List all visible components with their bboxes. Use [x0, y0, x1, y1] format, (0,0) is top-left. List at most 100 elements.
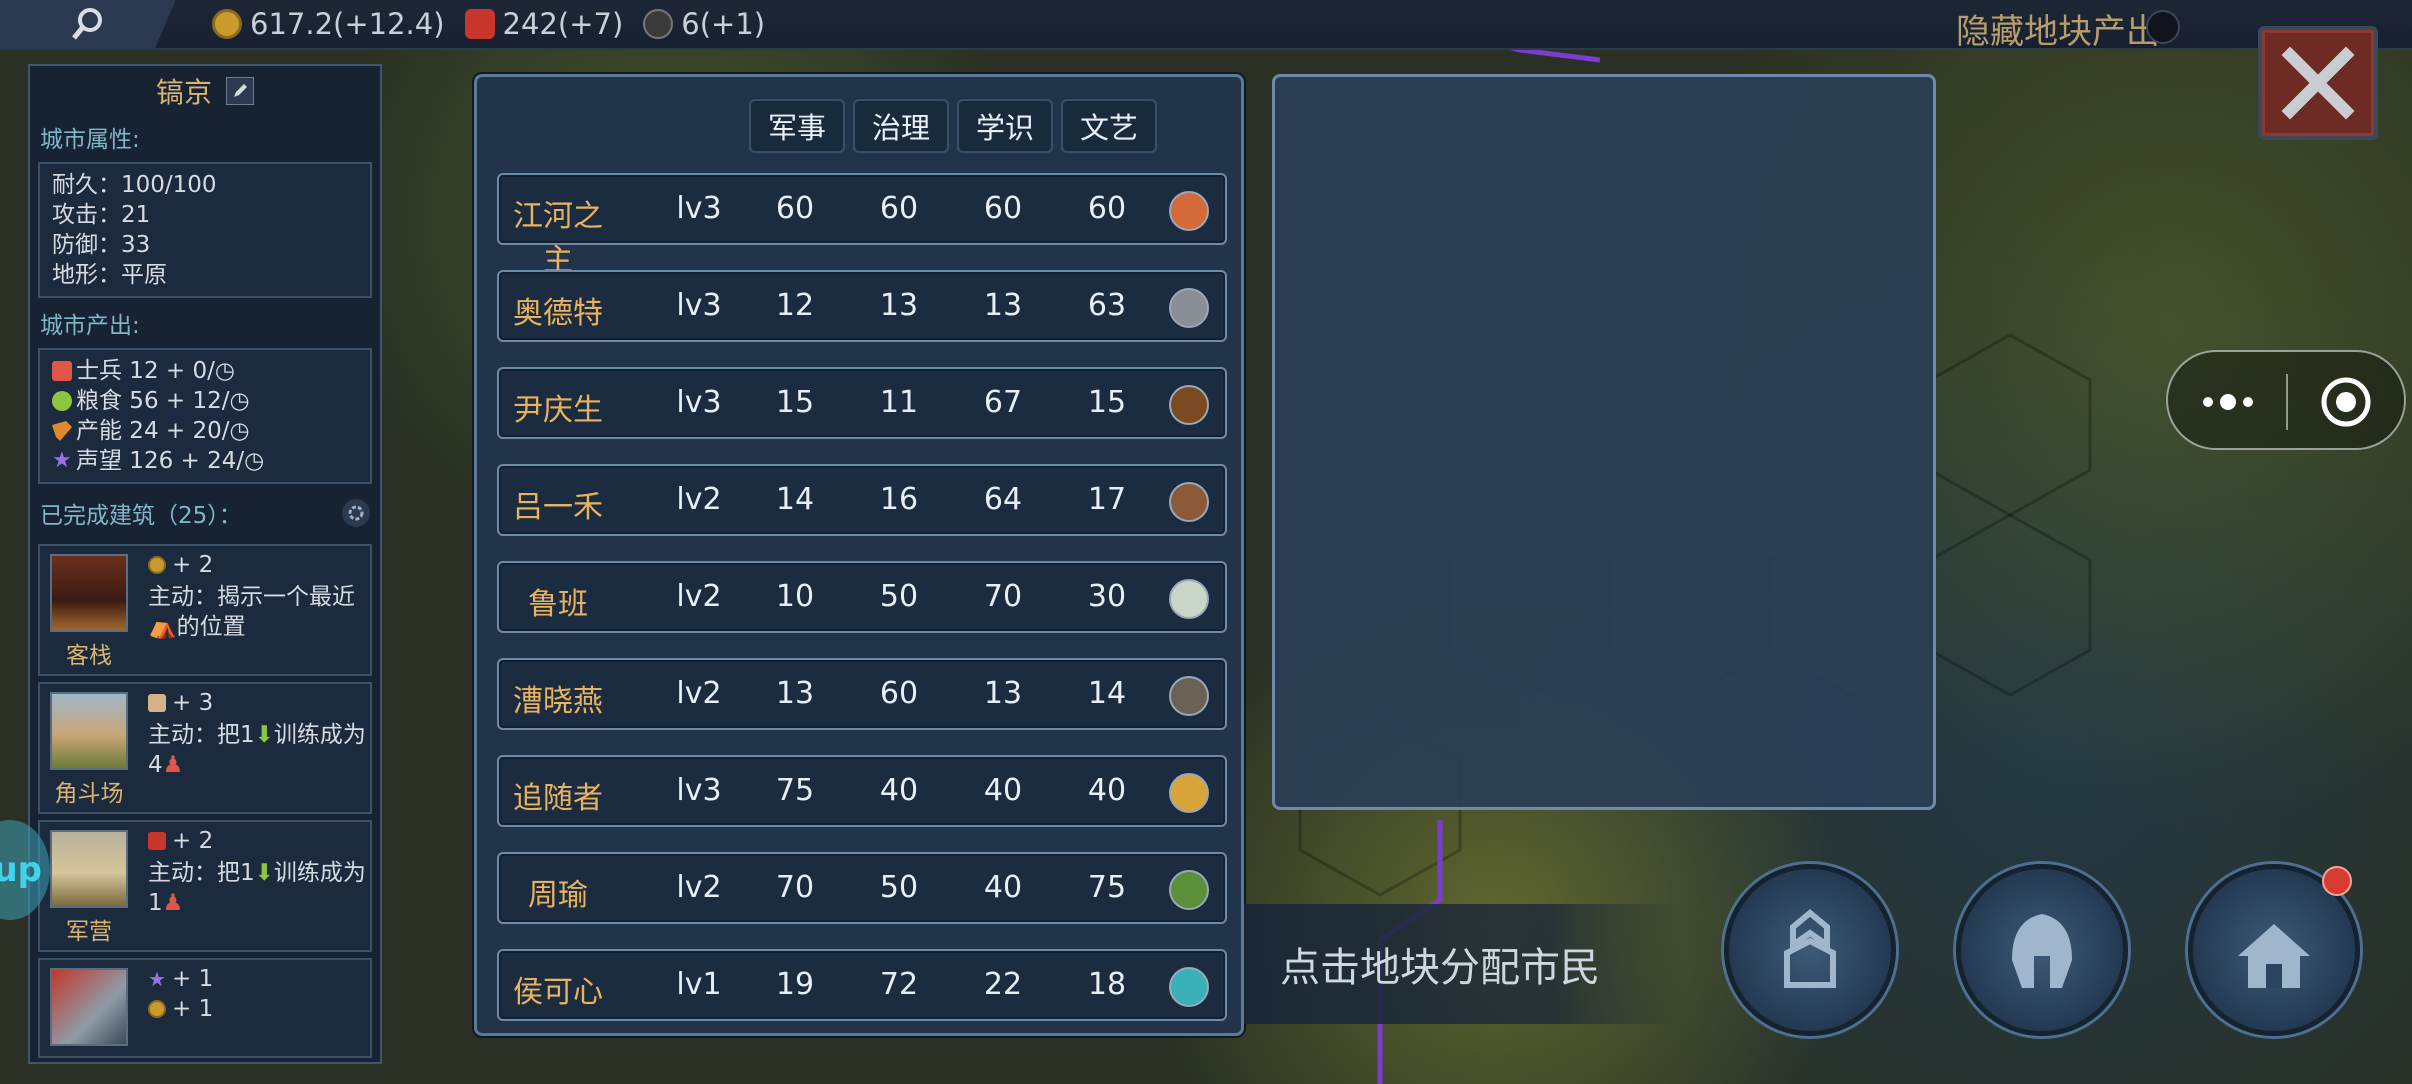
- city-attr-box: 耐久：100/100 攻击：21 防御：33 地形：平原: [38, 162, 372, 298]
- gold-resource: 617.2(+12.4): [212, 7, 445, 41]
- general-avatar: [1169, 773, 1209, 813]
- general-level: lv1: [676, 967, 722, 1002]
- exit-target-icon[interactable]: [2318, 374, 2374, 430]
- general-level: lv3: [676, 773, 722, 808]
- soldier-resource: 242(+7): [464, 7, 624, 41]
- table-row[interactable]: 尹庆生 lv3 15 11 67 15: [497, 367, 1227, 439]
- city-title-row: 镐京: [30, 66, 380, 116]
- stat-knowledge: 40: [983, 870, 1023, 905]
- prod-soldier: 士兵 12 + 0/ ◷: [52, 356, 358, 386]
- attr-durability: 耐久：100/100: [52, 172, 217, 198]
- food-drop-icon: ⬇: [254, 860, 274, 886]
- stat-arts: 17: [1087, 482, 1127, 517]
- header-arts[interactable]: 文艺: [1061, 99, 1157, 153]
- stat-governance: 13: [879, 288, 919, 323]
- header-military[interactable]: 军事: [749, 99, 845, 153]
- header-governance[interactable]: 治理: [853, 99, 949, 153]
- table-row[interactable]: 侯可心 lv1 19 72 22 18: [497, 949, 1227, 1021]
- clock-icon: ◷: [244, 448, 265, 474]
- rename-city-button[interactable]: [226, 77, 254, 105]
- header-knowledge[interactable]: 学识: [957, 99, 1053, 153]
- hide-yield-toggle[interactable]: [2146, 10, 2180, 44]
- soldier-value: 242(+7): [502, 7, 624, 41]
- clock-icon: ◷: [229, 418, 250, 444]
- stat-arts: 30: [1087, 579, 1127, 614]
- rank-button[interactable]: [1724, 864, 1896, 1036]
- stat-military: 12: [775, 288, 815, 323]
- search-button[interactable]: [0, 0, 176, 49]
- table-row[interactable]: 奥德特 lv3 12 13 13 63: [497, 270, 1227, 342]
- spartan-helmet-icon: [2012, 914, 2072, 988]
- building-bonus-gold: + 1: [148, 996, 213, 1022]
- soldier-icon: ♟: [162, 890, 184, 916]
- table-row[interactable]: 周瑜 lv2 70 50 40 75: [497, 852, 1227, 924]
- gold-coin-icon: [148, 556, 166, 574]
- general-list[interactable]: 江河之主 lv3 60 60 60 60 奥德特 lv3 12 13 13 63…: [497, 173, 1227, 1033]
- building-item-barracks[interactable]: 军营 + 2 主动：把1⬇训练成为1♟: [38, 820, 372, 952]
- soldier-icon: [148, 832, 166, 850]
- general-avatar: [1169, 191, 1209, 231]
- house-hammer-icon: [2238, 924, 2310, 988]
- stat-military: 15: [775, 385, 815, 420]
- miniprogram-capsule: [2166, 350, 2406, 450]
- attr-defense: 防御：33: [52, 232, 151, 258]
- stat-governance: 60: [879, 676, 919, 711]
- building-item-inn[interactable]: 客栈 + 2 主动：揭示一个最近⛺的位置: [38, 544, 372, 676]
- food-drop-icon: ⬇: [254, 722, 274, 748]
- general-detail-panel: [1272, 74, 1936, 810]
- stat-arts: 63: [1087, 288, 1127, 323]
- soldier-icon: [52, 361, 72, 381]
- general-avatar: [1169, 579, 1209, 619]
- star-icon: ★: [52, 448, 72, 473]
- barracks-image: [50, 830, 128, 908]
- general-name: 吕一禾: [513, 490, 603, 525]
- food-icon: [52, 391, 72, 411]
- city-prod-title: 城市产出:: [40, 313, 140, 339]
- building-bonus: + 2: [148, 828, 213, 854]
- stat-arts: 14: [1087, 676, 1127, 711]
- refresh-button[interactable]: [342, 499, 370, 527]
- hammer-icon: [52, 421, 72, 441]
- attr-attack: 攻击：21: [52, 202, 151, 228]
- general-level: lv2: [676, 870, 722, 905]
- cloak-image: [50, 968, 128, 1046]
- building-name: 客栈: [66, 643, 112, 669]
- stat-governance: 40: [879, 773, 919, 808]
- stat-arts: 75: [1087, 870, 1127, 905]
- thumbs-up-icon: [148, 694, 166, 712]
- stat-knowledge: 67: [983, 385, 1023, 420]
- stat-arts: 15: [1087, 385, 1127, 420]
- stat-military: 70: [775, 870, 815, 905]
- table-row[interactable]: 江河之主 lv3 60 60 60 60: [497, 173, 1227, 278]
- building-item-cloak[interactable]: ★ + 1 + 1: [38, 958, 372, 1058]
- general-avatar: [1169, 385, 1209, 425]
- table-row[interactable]: 鲁班 lv2 10 50 70 30: [497, 561, 1227, 633]
- stat-governance: 50: [879, 579, 919, 614]
- table-row[interactable]: 漕晓燕 lv2 13 60 13 14: [497, 658, 1227, 730]
- general-button[interactable]: [1956, 864, 2128, 1036]
- stat-arts: 18: [1087, 967, 1127, 1002]
- inn-image: [50, 554, 128, 632]
- building-bonus-prestige: ★ + 1: [148, 966, 214, 992]
- hide-yield-label: 隐藏地块产出: [1956, 12, 2160, 52]
- completed-buildings-header: 已完成建筑（25）：: [30, 488, 380, 538]
- general-level: lv2: [676, 579, 722, 614]
- close-button[interactable]: [2258, 26, 2378, 140]
- table-row[interactable]: 追随者 lv3 75 40 40 40: [497, 755, 1227, 827]
- city-info-panel: 镐京 城市属性: 耐久：100/100 攻击：21 防御：33 地形：平原 城市…: [28, 64, 382, 1064]
- stat-military: 75: [775, 773, 815, 808]
- general-level: lv2: [676, 482, 722, 517]
- building-bonus: + 2: [148, 552, 213, 578]
- clock-icon: ◷: [229, 388, 250, 414]
- general-level: lv3: [676, 191, 722, 226]
- stat-knowledge: 13: [983, 288, 1023, 323]
- prod-prestige: ★ 声望 126 + 24/ ◷: [52, 448, 265, 474]
- table-row[interactable]: 吕一禾 lv2 14 16 64 17: [497, 464, 1227, 536]
- building-desc: 主动：揭示一个最近⛺的位置: [148, 584, 355, 640]
- city-prod-box: 士兵 12 + 0/ ◷ 粮食 56 + 12/ ◷ 产能 24 + 20/ ◷…: [38, 348, 372, 484]
- building-item-arena[interactable]: 角斗场 + 3 主动：把1⬇训练成为4♟: [38, 682, 372, 814]
- stat-governance: 11: [879, 385, 919, 420]
- more-options-icon[interactable]: [2198, 382, 2258, 422]
- star-icon: ★: [148, 967, 166, 991]
- general-name: 侯可心: [513, 975, 603, 1010]
